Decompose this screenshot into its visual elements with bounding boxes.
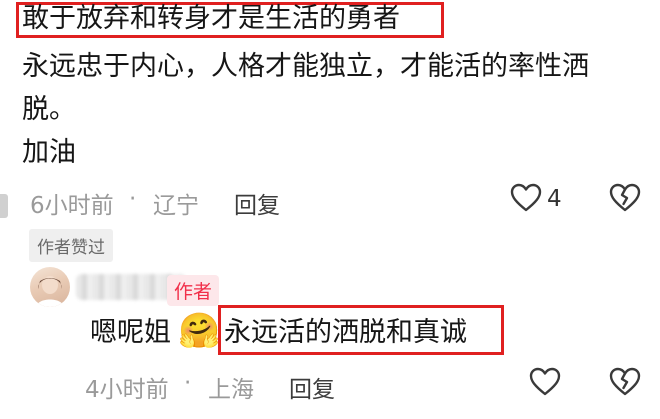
hugging-face-emoji: 🤗 <box>178 311 221 351</box>
reply-heart-outline-icon[interactable] <box>529 367 561 397</box>
reply-broken-heart-icon[interactable] <box>609 367 641 397</box>
reply-separator: · <box>184 370 192 396</box>
comment-body-line-1: 永远忠于内心，人格才能独立，才能活的率性洒 <box>22 51 589 82</box>
comment-time: 6小时前 <box>30 193 114 219</box>
comment-location: 辽宁 <box>153 193 199 219</box>
author-badge: 作者 <box>167 275 220 306</box>
avatar[interactable] <box>30 267 70 307</box>
comment-highlight-text: 敢于放弃和转身才是生活的勇者 <box>22 3 400 34</box>
comment-body-line-2: 脱。 <box>22 94 76 125</box>
author-liked-badge: 作者赞过 <box>29 229 113 262</box>
like-count: 4 <box>547 186 562 212</box>
reply-text-prefix: 嗯呢姐 <box>90 317 171 348</box>
reply-time: 4小时前 <box>85 377 169 403</box>
reply-location: 上海 <box>208 377 254 403</box>
comment-separator: · <box>129 186 137 212</box>
reply-reply-button[interactable]: 回复 <box>289 370 335 404</box>
left-edge-fragment <box>0 194 8 218</box>
comment-reply-button[interactable]: 回复 <box>234 186 280 220</box>
broken-heart-icon[interactable] <box>609 183 641 213</box>
comment-body-line-3: 加油 <box>22 137 76 168</box>
reply-highlight-text: 永远活的洒脱和真诚 <box>224 317 467 348</box>
heart-outline-icon[interactable] <box>510 183 542 213</box>
